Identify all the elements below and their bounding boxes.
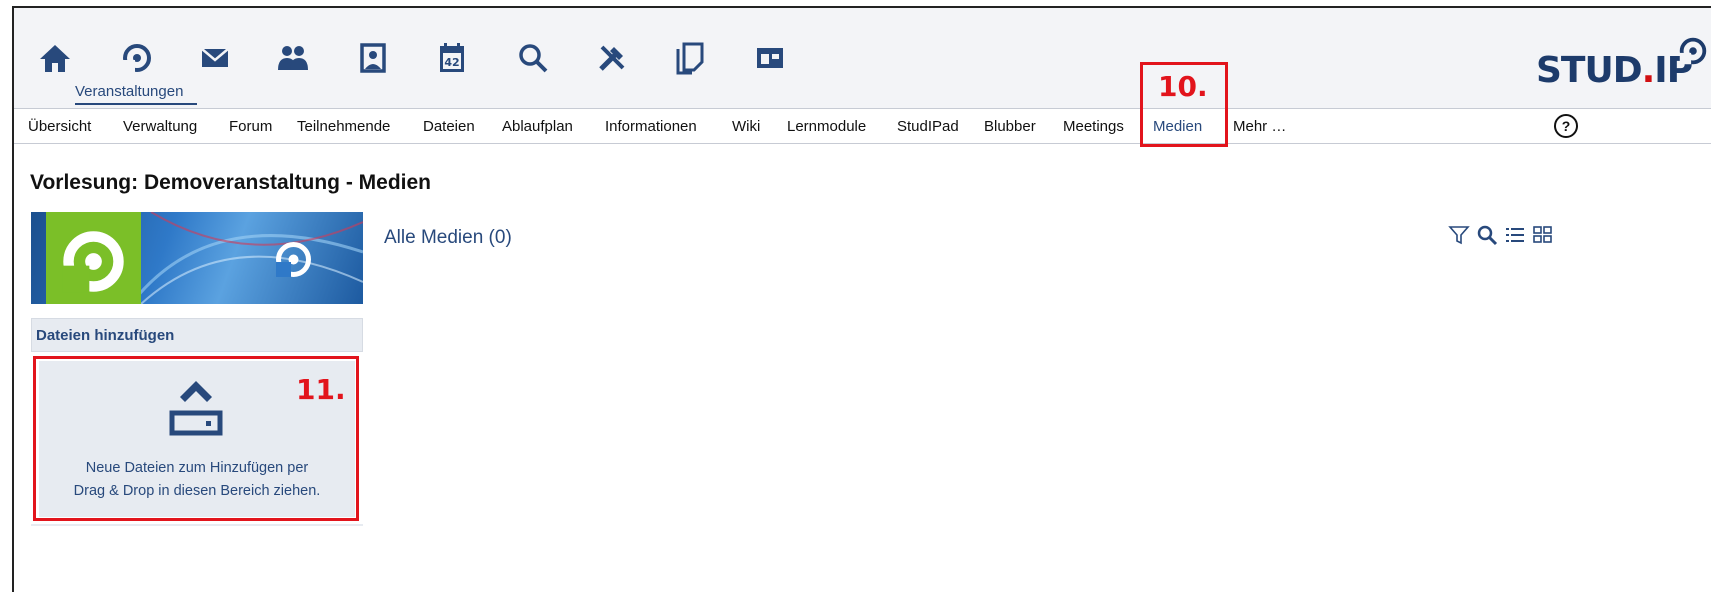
calendar-number: 42 [444,56,459,69]
tab-uebersicht[interactable]: Übersicht [28,118,91,135]
logo-text: STUD.IP [1536,50,1693,91]
tab-mehr[interactable]: Mehr … [1233,118,1286,135]
logo-icon [1679,37,1707,65]
profile-icon[interactable] [353,38,393,78]
nav-active-underline [75,103,197,105]
documents-icon[interactable] [670,38,710,78]
sidebar-widget-header: Dateien hinzufügen [31,318,363,352]
tab-blubber[interactable]: Blubber [984,118,1036,135]
list-view-icon[interactable] [1504,224,1526,246]
search-icon[interactable] [513,38,553,78]
annotation-label-11: 11. [296,373,346,406]
studip-logo[interactable]: STUD.IP [1536,37,1711,100]
tab-teilnehmende[interactable]: Teilnehmende [297,118,390,135]
courses-icon[interactable] [117,38,157,78]
tab-studipad[interactable]: StudIPad [897,118,959,135]
all-media-link[interactable]: Alle Medien (0) [384,227,512,249]
search-icon[interactable] [1476,224,1498,246]
home-icon[interactable] [35,38,75,78]
schedule-icon[interactable]: 42 [432,38,472,78]
annotation-label-10: 10. [1158,70,1208,103]
community-icon[interactable] [273,38,313,78]
course-tabs: Übersicht Verwaltung Forum Teilnehmende … [14,108,1711,144]
tab-informationen[interactable]: Informationen [605,118,697,135]
admin-icon[interactable] [750,38,790,78]
view-tools [1448,224,1554,246]
grid-view-icon[interactable] [1532,224,1554,246]
nav-active-label[interactable]: Veranstaltungen [75,83,183,100]
page-title: Vorlesung: Demoveranstaltung - Medien [30,171,431,194]
filter-icon[interactable] [1448,224,1470,246]
tab-ablaufplan[interactable]: Ablaufplan [502,118,573,135]
tab-dateien[interactable]: Dateien [423,118,475,135]
tab-verwaltung[interactable]: Verwaltung [123,118,197,135]
top-navigation-bar [14,8,1711,108]
course-avatar-image [31,212,363,304]
tab-wiki[interactable]: Wiki [732,118,760,135]
messages-icon[interactable] [195,38,235,78]
tab-lernmodule[interactable]: Lernmodule [787,118,866,135]
help-icon[interactable]: ? [1554,114,1578,138]
sidebar-divider [31,524,363,526]
tab-forum[interactable]: Forum [229,118,272,135]
tools-icon[interactable] [592,38,632,78]
tab-meetings[interactable]: Meetings [1063,118,1124,135]
sidebar-widget-title: Dateien hinzufügen [36,327,175,344]
